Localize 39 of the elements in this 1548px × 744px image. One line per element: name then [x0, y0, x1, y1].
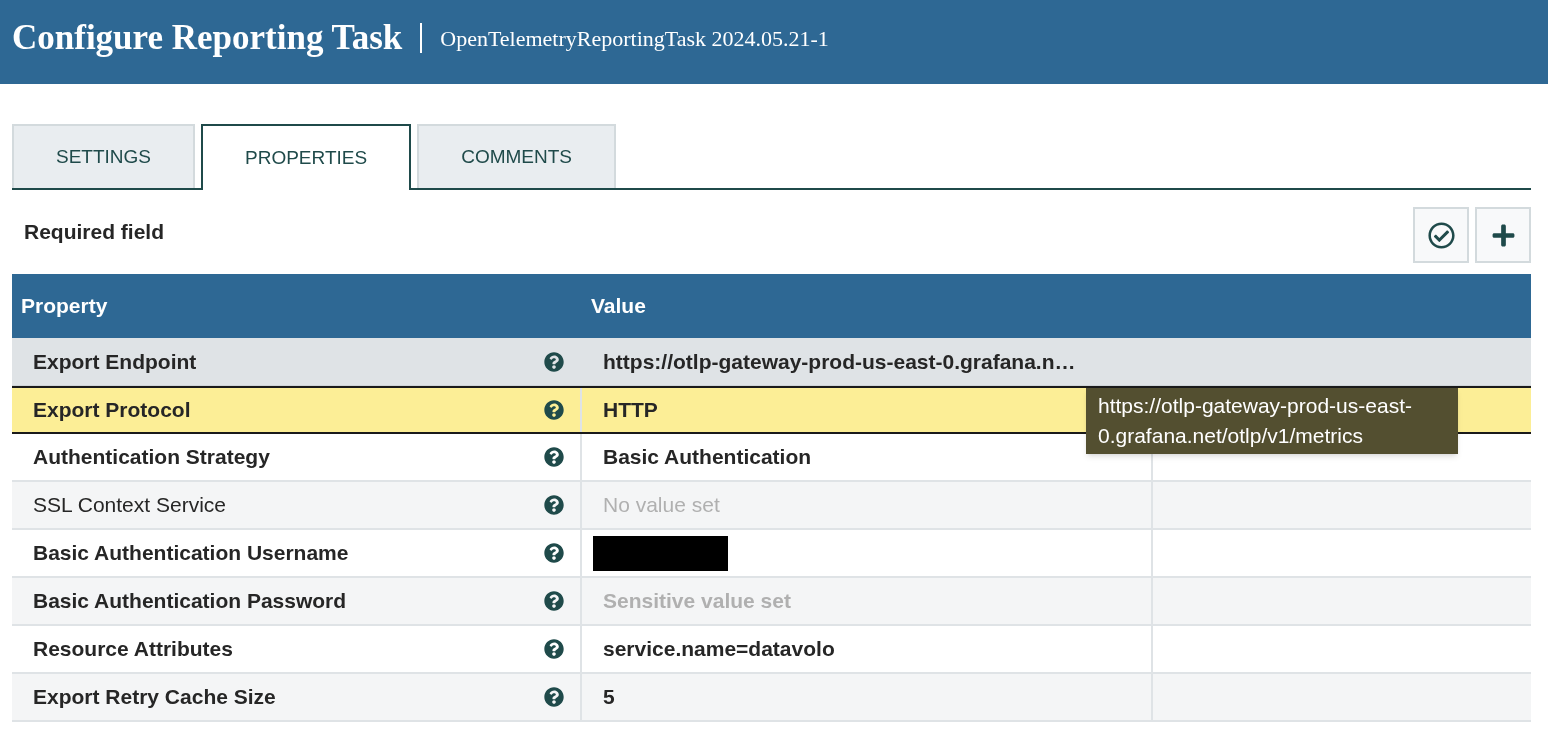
- property-name: Export Protocol: [33, 397, 191, 424]
- help-icon[interactable]: [544, 351, 564, 372]
- tab[interactable]: SETTINGS: [12, 124, 195, 188]
- dialog-subtitle: OpenTelemetryReportingTask 2024.05.21-1: [440, 24, 829, 53]
- help-icon[interactable]: [544, 687, 564, 707]
- property-value: https://otlp-gateway-prod-us-east-0.grafana.n…: [602, 348, 1077, 375]
- help-icon[interactable]: [544, 591, 564, 611]
- required-field-label: Required field: [23, 219, 165, 246]
- verify-button[interactable]: [1413, 207, 1469, 263]
- property-value: 5: [602, 684, 616, 711]
- property-row[interactable]: Basic Authentication Username: [12, 530, 1531, 578]
- plus-icon: [1490, 222, 1516, 248]
- property-value: No value set: [602, 492, 721, 519]
- tooltip: https://otlp-gateway-prod-us-east-0.grafana.net/otlp/v1/metrics: [1086, 388, 1458, 454]
- property-name: Basic Authentication Username: [33, 540, 349, 567]
- property-name: Resource Attributes: [33, 636, 233, 663]
- tab[interactable]: PROPERTIES: [201, 124, 412, 190]
- help-icon[interactable]: [544, 543, 564, 563]
- tab[interactable]: COMMENTS: [417, 124, 616, 188]
- property-name: Basic Authentication Password: [33, 588, 347, 615]
- column-header: Value: [590, 293, 647, 320]
- help-icon[interactable]: [544, 495, 564, 515]
- property-name: Export Endpoint: [33, 348, 197, 375]
- property-name: Authentication Strategy: [33, 444, 270, 471]
- add-property-button[interactable]: [1475, 207, 1531, 263]
- help-icon[interactable]: [544, 639, 564, 659]
- property-row[interactable]: Export Endpoint https://otlp-gateway-prod-us-east-0.grafana.n…: [12, 338, 1531, 386]
- property-name: Export Retry Cache Size: [33, 684, 276, 711]
- property-value: service.name=datavolo: [602, 636, 836, 663]
- help-icon[interactable]: [544, 400, 564, 420]
- property-row[interactable]: Export Retry Cache Size 5: [12, 674, 1531, 722]
- dialog-title: Configure Reporting Task: [12, 16, 403, 59]
- property-value: Sensitive value set: [602, 588, 792, 615]
- property-name: SSL Context Service: [33, 492, 226, 519]
- property-row[interactable]: SSL Context Service No value set: [12, 482, 1531, 530]
- column-header: Property: [20, 293, 109, 320]
- help-icon[interactable]: [544, 447, 564, 467]
- property-row[interactable]: Resource Attributes service.name=datavolo: [12, 626, 1531, 674]
- property-row[interactable]: Basic Authentication Password Sensitive value set: [12, 578, 1531, 626]
